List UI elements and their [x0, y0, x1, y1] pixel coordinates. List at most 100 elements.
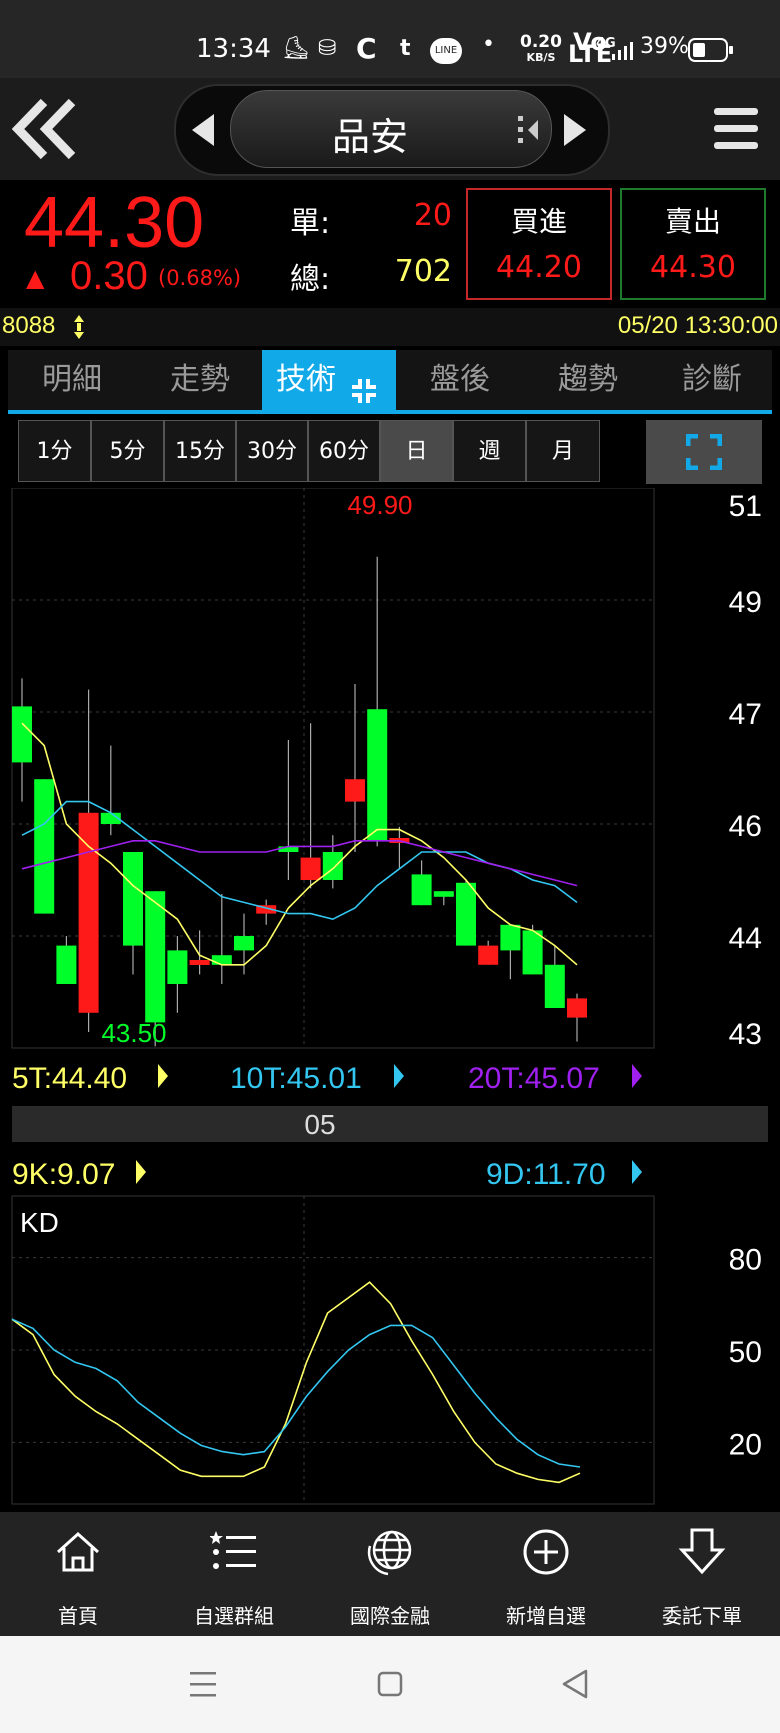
globe-icon: [367, 1530, 412, 1576]
up-arrow-icon: ▲: [26, 264, 45, 292]
candle-up: [78, 812, 99, 1013]
tab-technical[interactable]: 技術: [262, 350, 396, 410]
technical-chart[interactable]: 49.90 43.50 514947464443 5T:44.40 10T:45…: [0, 488, 780, 1512]
nav-add-watch[interactable]: 新增自選: [468, 1512, 624, 1636]
ma10-legend-sep: :: [278, 1062, 286, 1095]
home-button-icon[interactable]: [376, 1670, 404, 1698]
candle-down: [145, 891, 166, 1023]
k-legend-name: 9K: [12, 1158, 49, 1191]
sell-button[interactable]: 賣出 44.30: [620, 188, 766, 300]
buy-button[interactable]: 買進 44.20: [466, 188, 612, 300]
back-button-icon[interactable]: [560, 1668, 590, 1700]
k-legend-arrow-icon: [136, 1160, 146, 1184]
nav-order[interactable]: 委託下單: [624, 1512, 780, 1636]
nav-watchlist-groups[interactable]: 自選群組: [156, 1512, 312, 1636]
sell-price: 44.30: [650, 250, 736, 285]
max-price-label: 49.90: [347, 490, 412, 520]
nav-international-label: 國際金融: [350, 1604, 430, 1628]
navigation-app-icon: ⛸: [282, 36, 310, 61]
nav-home[interactable]: 首頁: [0, 1512, 156, 1636]
plot-frame: [11, 488, 655, 1049]
stock-name: 品安: [331, 115, 408, 159]
tab-diagnosis[interactable]: 診斷: [652, 350, 772, 410]
candle-down: [12, 706, 32, 763]
t-app-icon: t: [400, 36, 411, 61]
ma5-legend-arrow-icon: [158, 1064, 168, 1088]
candle-down: [234, 936, 254, 951]
recent-apps-icon[interactable]: [188, 1670, 218, 1698]
ma5-legend-sep: :: [44, 1062, 52, 1095]
battery-icon: [688, 38, 733, 62]
period-month[interactable]: 月: [526, 420, 600, 482]
tab-tendency[interactable]: 趨勢: [524, 350, 652, 410]
bottom-nav: 首頁 自選群組 國際金融 新增自選 委託下單: [0, 1512, 780, 1636]
dot-icon: •: [482, 32, 495, 57]
price-tick-label: 46: [729, 810, 762, 843]
ma20-legend-value: 45.07: [525, 1062, 600, 1095]
candle-down: [211, 955, 232, 965]
kd-frame: [11, 1195, 655, 1505]
ma10-legend: 10T:45.01: [230, 1062, 362, 1095]
ma5-legend-value: 44.40: [52, 1062, 127, 1095]
net-speed-unit: KB/S: [526, 51, 556, 64]
kd-tick-label: 20: [729, 1428, 762, 1461]
cloud-app-icon: ⛁: [318, 36, 337, 61]
price-tick-label: 44: [729, 922, 762, 955]
period-5min[interactable]: 5分: [91, 420, 164, 482]
menu-icon[interactable]: [712, 104, 760, 154]
candle-down: [123, 852, 143, 946]
price-tick-label: 49: [729, 586, 762, 619]
kd-line-9K: [11, 1281, 581, 1484]
candle-down: [456, 882, 476, 946]
price-tick-label: 47: [729, 698, 762, 731]
nav-watchlist-groups-label: 自選群組: [194, 1604, 274, 1628]
ma20-legend-arrow-icon: [632, 1064, 642, 1088]
price-change-pct: (0.68%): [158, 266, 242, 290]
min-price-label: 43.50: [101, 1018, 166, 1048]
candle-down: [411, 874, 432, 906]
total-volume-label: 總:: [290, 262, 331, 297]
tab-bar: 明細 走勢 技術 盤後 趨勢 診斷: [8, 350, 772, 414]
candle-down: [500, 924, 521, 951]
period-1min[interactable]: 1分: [18, 420, 91, 482]
k-legend-sep: :: [49, 1158, 57, 1191]
candle-down: [522, 930, 543, 975]
period-week[interactable]: 週: [453, 420, 526, 482]
prev-stock-icon[interactable]: [188, 110, 218, 150]
tab-technical-label: 技術: [276, 362, 336, 397]
stock-code: 8088: [2, 312, 56, 339]
next-stock-icon[interactable]: [560, 110, 590, 150]
back-icon[interactable]: [10, 94, 80, 164]
period-30min[interactable]: 30分: [236, 420, 308, 482]
period-15min[interactable]: 15分: [164, 420, 236, 482]
ma5-legend: 5T:44.40: [12, 1062, 127, 1095]
date-label: 05: [304, 1109, 335, 1140]
tab-trend[interactable]: 走勢: [136, 350, 264, 410]
total-volume-value: 702: [394, 254, 452, 289]
price-change: 0.30: [70, 254, 148, 298]
signal-icon: [610, 40, 634, 62]
sell-label: 賣出: [664, 205, 721, 238]
candle-series: [12, 556, 587, 1047]
date-band: [12, 1106, 768, 1142]
status-bar: 13:34 ⛸ ⛁ C t LINE • 0.20 KB/S Vo LTE 4G…: [0, 0, 780, 78]
kd-grid: [11, 1195, 655, 1505]
ma10-legend-name: 10T: [230, 1062, 281, 1095]
home-icon: [56, 1531, 100, 1572]
kd-title: KD: [20, 1207, 59, 1238]
nav-international[interactable]: 國際金融: [312, 1512, 468, 1636]
nav-order-label: 委託下單: [662, 1604, 742, 1628]
candle-down: [322, 852, 343, 880]
candle-down: [56, 945, 77, 984]
period-day[interactable]: 日: [380, 420, 453, 482]
period-60min[interactable]: 60分: [308, 420, 380, 482]
nav-home-label: 首頁: [58, 1604, 98, 1628]
k-legend: 9K:9.07: [12, 1158, 115, 1191]
updown-arrow-icon: [72, 314, 86, 340]
tab-after-hours[interactable]: 盤後: [396, 350, 524, 410]
switch-stock-icon[interactable]: [514, 112, 542, 148]
last-price: 44.30: [24, 183, 205, 263]
fullscreen-button[interactable]: [646, 420, 762, 484]
buy-price: 44.20: [496, 250, 582, 285]
tab-details[interactable]: 明細: [8, 350, 136, 410]
